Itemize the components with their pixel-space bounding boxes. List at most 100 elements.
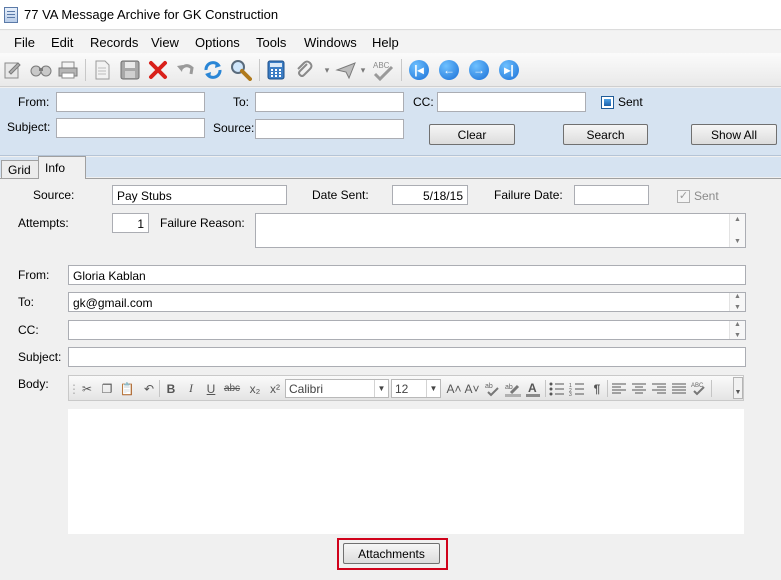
spell-check-icon[interactable]: ABC <box>371 58 395 82</box>
attach-icon[interactable] <box>292 58 316 82</box>
refresh-icon[interactable] <box>201 58 225 82</box>
tab-info[interactable]: Info <box>38 156 86 179</box>
align-left-icon[interactable] <box>611 380 627 397</box>
toolbar-separator <box>401 59 402 81</box>
paragraph-icon[interactable]: ¶ <box>589 380 605 397</box>
menu-edit[interactable]: Edit <box>51 35 73 50</box>
search-icon[interactable] <box>229 58 253 82</box>
chevron-down-icon[interactable]: ▼ <box>374 380 388 397</box>
font-name-combo[interactable]: Calibri ▼ <box>285 379 389 398</box>
menu-options[interactable]: Options <box>195 35 240 50</box>
underline-icon[interactable]: U <box>203 380 219 397</box>
first-record-icon[interactable]: |◂ <box>407 58 431 82</box>
search-source-field[interactable] <box>255 119 404 139</box>
menu-file[interactable]: File <box>14 35 35 50</box>
spell-check-icon[interactable]: ABC <box>691 380 707 397</box>
clear-button[interactable]: Clear <box>429 124 515 145</box>
toolbar-separator <box>259 59 260 81</box>
from-field[interactable]: Gloria Kablan <box>68 265 746 285</box>
paste-icon[interactable]: 📋 <box>119 380 135 397</box>
svg-text:ab: ab <box>485 383 493 390</box>
copy-icon[interactable]: ❐ <box>99 380 115 397</box>
from-label: From: <box>18 268 50 282</box>
search-subject-field[interactable] <box>56 118 205 138</box>
body-label: Body: <box>18 377 49 391</box>
search-sent-label: Sent <box>618 95 643 109</box>
next-record-icon[interactable]: → <box>467 58 491 82</box>
cc-field[interactable]: ▲ ▼ <box>68 320 746 340</box>
calculator-icon[interactable] <box>264 58 288 82</box>
spelling-icon[interactable]: ab <box>485 380 501 397</box>
undo-icon[interactable]: ↶ <box>141 380 157 397</box>
menu-tools[interactable]: Tools <box>256 35 286 50</box>
subscript-icon[interactable]: x₂ <box>247 380 263 397</box>
save-icon[interactable] <box>118 58 142 82</box>
attach-dropdown-icon[interactable]: ▾ <box>320 58 334 82</box>
toolbar-overflow-icon[interactable]: ▼ <box>733 377 743 399</box>
title-bar: 77 VA Message Archive for GK Constructio… <box>0 0 781 30</box>
send-icon[interactable] <box>334 58 358 82</box>
source-field[interactable]: Pay Stubs <box>112 185 287 205</box>
search-to-field[interactable] <box>255 92 404 112</box>
failure-reason-label: Failure Reason: <box>160 216 245 230</box>
failure-date-field[interactable] <box>574 185 649 205</box>
attempts-field[interactable]: 1 <box>112 213 149 233</box>
bold-icon[interactable]: B <box>163 380 179 397</box>
cc-label: CC: <box>18 323 39 337</box>
tab-grid[interactable]: Grid <box>1 160 39 178</box>
search-from-field[interactable] <box>56 92 205 112</box>
subject-field[interactable] <box>68 347 746 367</box>
document-icon[interactable] <box>90 58 114 82</box>
to-label: To: <box>18 295 35 309</box>
failure-reason-scrollbar[interactable]: ▲ ▼ <box>729 214 745 247</box>
sent-checkbox[interactable]: ✓ <box>677 190 690 203</box>
search-sent-checkbox[interactable] <box>601 96 614 109</box>
menu-help[interactable]: Help <box>372 35 399 50</box>
send-dropdown-icon[interactable]: ▾ <box>357 58 369 82</box>
search-button[interactable]: Search <box>563 124 648 145</box>
grow-font-icon[interactable]: A˄ <box>445 380 463 397</box>
bullets-icon[interactable] <box>549 380 565 397</box>
toolbar-grip-icon: ⋮ <box>68 381 80 396</box>
menu-bar: File Edit Records View Options Tools Win… <box>0 31 781 53</box>
align-right-icon[interactable] <box>651 380 667 397</box>
new-record-icon[interactable] <box>1 58 25 82</box>
search-cc-field[interactable] <box>437 92 586 112</box>
failure-reason-field[interactable]: ▲ ▼ <box>255 213 746 248</box>
window-title: 77 VA Message Archive for GK Constructio… <box>24 7 279 22</box>
align-center-icon[interactable] <box>631 380 647 397</box>
svg-text:ab: ab <box>505 384 513 391</box>
font-color-icon[interactable]: A <box>525 380 541 397</box>
svg-text:ABC: ABC <box>373 61 390 70</box>
to-scrollbar[interactable]: ▲ ▼ <box>729 293 745 311</box>
italic-icon[interactable]: I <box>183 380 199 397</box>
shrink-font-icon[interactable]: A˅ <box>463 380 481 397</box>
to-field[interactable]: gk@gmail.com ▲ ▼ <box>68 292 746 312</box>
undo-icon[interactable] <box>174 58 198 82</box>
strikethrough-icon[interactable]: abc <box>221 380 243 397</box>
menu-records[interactable]: Records <box>90 35 138 50</box>
search-source-label: Source: <box>213 121 255 135</box>
menu-windows[interactable]: Windows <box>304 35 357 50</box>
last-record-icon[interactable]: ▸| <box>497 58 521 82</box>
print-icon[interactable] <box>56 58 80 82</box>
previous-record-icon[interactable]: ← <box>437 58 461 82</box>
search-subject-label: Subject: <box>7 120 51 134</box>
date-sent-field[interactable]: 5/18/15 <box>392 185 468 205</box>
cut-icon[interactable]: ✂ <box>79 380 95 397</box>
editor-separator <box>159 380 160 397</box>
attachments-button[interactable]: Attachments <box>343 543 440 564</box>
superscript-icon[interactable]: x² <box>267 380 283 397</box>
delete-icon[interactable] <box>146 58 170 82</box>
chevron-down-icon[interactable]: ▼ <box>426 380 440 397</box>
cc-scrollbar[interactable]: ▲ ▼ <box>729 321 745 339</box>
font-size-combo[interactable]: 12 ▼ <box>391 379 441 398</box>
search-from-label: From: <box>18 95 50 109</box>
highlight-icon[interactable]: ab <box>505 380 521 397</box>
body-editor[interactable] <box>68 409 744 534</box>
numbering-icon[interactable]: 123 <box>569 380 585 397</box>
find-icon[interactable] <box>29 58 53 82</box>
show-all-button[interactable]: Show All <box>691 124 777 145</box>
justify-icon[interactable] <box>671 380 687 397</box>
menu-view[interactable]: View <box>151 35 179 50</box>
